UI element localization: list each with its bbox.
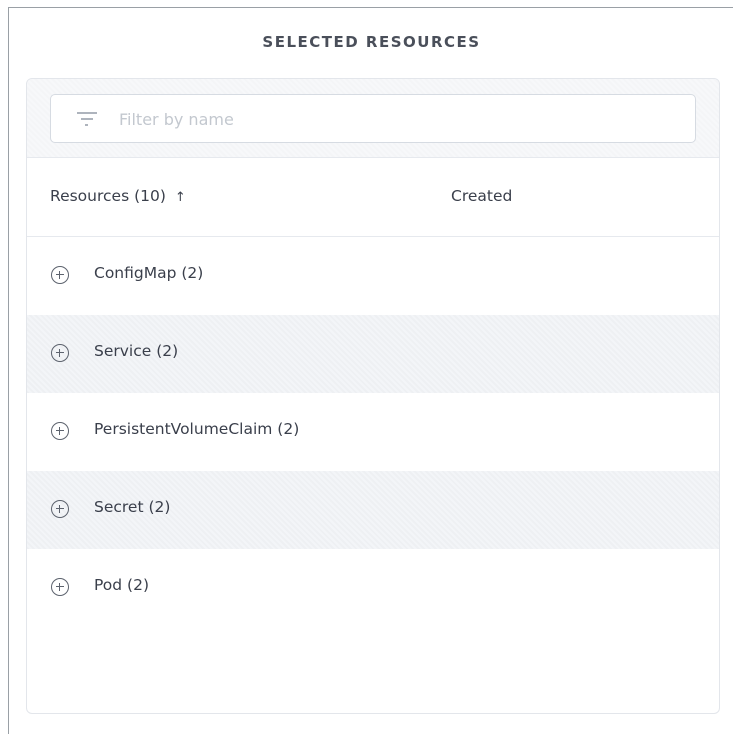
filter-icon <box>77 111 97 127</box>
expand-plus-icon[interactable] <box>51 500 69 518</box>
column-header-resources-label: Resources (10) <box>50 187 166 205</box>
table-row-secret[interactable]: Secret (2) <box>27 471 719 549</box>
table-row-service[interactable]: Service (2) <box>27 315 719 393</box>
panel-title: SELECTED RESOURCES <box>262 33 481 51</box>
table-row-configmap[interactable]: ConfigMap (2) <box>27 237 719 315</box>
table-header: Resources (10) ↑ Created <box>27 158 719 237</box>
resources-card: Resources (10) ↑ Created ConfigMap (2) Se… <box>26 78 720 714</box>
column-header-resources[interactable]: Resources (10) ↑ <box>50 187 186 205</box>
row-label: ConfigMap (2) <box>94 264 204 282</box>
expand-plus-icon[interactable] <box>51 266 69 284</box>
sort-ascending-icon[interactable]: ↑ <box>175 190 186 205</box>
row-label: Pod (2) <box>94 576 149 594</box>
table-row-pod[interactable]: Pod (2) <box>27 549 719 627</box>
expand-plus-icon[interactable] <box>51 578 69 596</box>
row-label: PersistentVolumeClaim (2) <box>94 420 300 438</box>
filter-input-box[interactable] <box>50 94 696 143</box>
column-header-created[interactable]: Created <box>451 187 512 205</box>
row-label: Secret (2) <box>94 498 171 516</box>
filter-toolbar <box>27 79 719 158</box>
table-row-persistentvolumeclaim[interactable]: PersistentVolumeClaim (2) <box>27 393 719 471</box>
selected-resources-panel: SELECTED RESOURCES Resources (10) ↑ Creat… <box>8 7 733 734</box>
expand-plus-icon[interactable] <box>51 344 69 362</box>
row-label: Service (2) <box>94 342 179 360</box>
expand-plus-icon[interactable] <box>51 422 69 440</box>
filter-by-name-input[interactable] <box>119 106 679 132</box>
